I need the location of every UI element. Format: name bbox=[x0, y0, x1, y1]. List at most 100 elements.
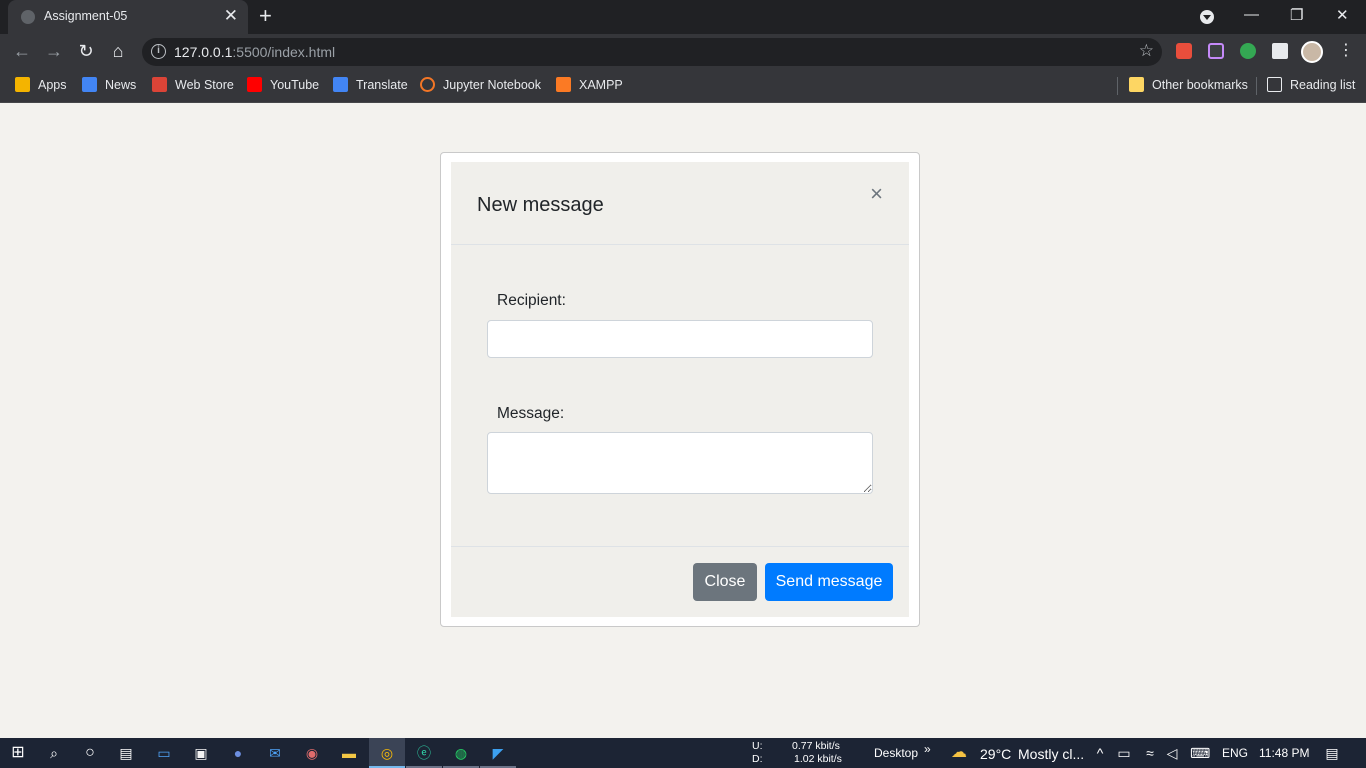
app-icon[interactable]: ◉ bbox=[302, 743, 322, 763]
windows-start-icon[interactable]: ⊞ bbox=[8, 743, 28, 763]
desktop-chevron-icon[interactable]: » bbox=[924, 742, 931, 756]
bookmark-label: Apps bbox=[38, 78, 67, 92]
bookmark-label: Translate bbox=[356, 78, 408, 92]
google-translate-icon bbox=[333, 77, 348, 92]
bookmarks-bar: Apps News Web Store YouTube Translate Ju… bbox=[0, 69, 1366, 103]
vscode-icon[interactable]: ◤ bbox=[488, 743, 508, 763]
wifi-icon[interactable]: ≈ bbox=[1140, 743, 1160, 763]
message-label: Message: bbox=[497, 405, 565, 422]
url-host: 127.0.0.1 bbox=[174, 44, 233, 60]
bookmark-translate[interactable]: Translate bbox=[333, 77, 408, 92]
desktop-toolbar[interactable]: Desktop bbox=[874, 746, 918, 760]
url-text[interactable]: 127.0.0.1:5500/index.html bbox=[174, 44, 335, 60]
close-button[interactable]: Close bbox=[693, 563, 757, 601]
mail-icon[interactable]: ✉ bbox=[265, 743, 285, 763]
extension-icon[interactable] bbox=[1208, 43, 1224, 59]
tray-chevron-icon[interactable]: ^ bbox=[1090, 743, 1110, 763]
chrome-icon[interactable]: ◎ bbox=[377, 743, 397, 763]
edge-icon[interactable]: ⓔ bbox=[414, 743, 434, 763]
address-bar[interactable]: i 127.0.0.1:5500/index.html ☆ bbox=[142, 38, 1162, 66]
modal-title: New message bbox=[477, 194, 604, 216]
bookmark-youtube[interactable]: YouTube bbox=[247, 77, 319, 92]
browser-toolbar: ← → ↻ ⌂ i 127.0.0.1:5500/index.html ☆ ⋮ bbox=[0, 34, 1366, 69]
bookmark-label: YouTube bbox=[270, 78, 320, 92]
bookmark-web-store[interactable]: Web Store bbox=[152, 77, 234, 92]
recipient-input[interactable] bbox=[487, 320, 873, 358]
windows-taskbar: ⊞ ⌕ ○ ▤ ▭ ▣ ● ✉ ◉ ▬ ◎ ⓔ ◍ ◤ U: 0.77 kbit… bbox=[0, 738, 1366, 768]
folder-icon bbox=[1129, 77, 1144, 92]
tab-search-icon[interactable] bbox=[1200, 10, 1214, 24]
tablet-app-icon[interactable]: ▭ bbox=[154, 743, 174, 763]
xampp-icon bbox=[556, 77, 571, 92]
bookmark-star-icon[interactable]: ☆ bbox=[1139, 41, 1154, 61]
bookmark-jupyter[interactable]: Jupyter Notebook bbox=[420, 77, 541, 92]
tab-title: Assignment-05 bbox=[44, 9, 128, 23]
bookmark-label: News bbox=[105, 78, 137, 92]
bookmark-news[interactable]: News bbox=[82, 77, 136, 92]
bookmark-label: Jupyter Notebook bbox=[443, 78, 541, 92]
whatsapp-icon[interactable]: ◍ bbox=[451, 743, 471, 763]
tab-close-icon[interactable]: ✕ bbox=[224, 7, 238, 25]
keyboard-icon[interactable]: ⌨ bbox=[1190, 743, 1210, 763]
minimize-button[interactable]: — bbox=[1244, 6, 1259, 23]
tab-favicon-icon bbox=[21, 10, 35, 24]
extension-icon[interactable] bbox=[1176, 43, 1192, 59]
profile-avatar[interactable] bbox=[1301, 41, 1323, 63]
youtube-icon bbox=[247, 77, 262, 92]
bookmark-label: Web Store bbox=[175, 78, 234, 92]
jupyter-icon bbox=[420, 77, 435, 92]
forward-arrow-icon[interactable]: → bbox=[42, 39, 66, 63]
bookmark-apps[interactable]: Apps bbox=[15, 77, 67, 92]
site-info-icon[interactable]: i bbox=[151, 44, 166, 59]
store-icon[interactable]: ▣ bbox=[191, 743, 211, 763]
new-message-modal: New message × Recipient: Message: Close … bbox=[451, 162, 909, 617]
weather-temp[interactable]: 29°C bbox=[980, 746, 1011, 762]
bookmark-label: Reading list bbox=[1290, 78, 1356, 92]
net-up-label: U: bbox=[752, 740, 763, 752]
browser-tab[interactable]: Assignment-05 ✕ bbox=[8, 0, 248, 34]
modal-header: New message × bbox=[451, 162, 909, 245]
other-bookmarks[interactable]: Other bookmarks bbox=[1129, 77, 1248, 92]
volume-icon[interactable]: ◁ bbox=[1162, 743, 1182, 763]
back-arrow-icon[interactable]: ← bbox=[10, 39, 34, 63]
menu-kebab-icon[interactable]: ⋮ bbox=[1338, 41, 1354, 61]
browser-tab-strip: Assignment-05 ✕ + — ❐ ✕ bbox=[0, 0, 1366, 34]
reload-icon[interactable]: ↻ bbox=[74, 39, 98, 63]
modal-frame: New message × Recipient: Message: Close … bbox=[440, 152, 920, 627]
file-explorer-icon[interactable]: ▬ bbox=[339, 743, 359, 763]
extension-icon[interactable] bbox=[1240, 43, 1256, 59]
apps-grid-icon bbox=[15, 77, 30, 92]
window-close-button[interactable]: ✕ bbox=[1336, 6, 1349, 24]
bookmark-label: Other bookmarks bbox=[1152, 78, 1248, 92]
cortana-icon[interactable]: ○ bbox=[80, 743, 100, 763]
battery-icon[interactable]: ▭ bbox=[1114, 743, 1134, 763]
notifications-icon[interactable]: ▤ bbox=[1322, 743, 1342, 763]
net-up-value: 0.77 kbit/s bbox=[792, 740, 840, 752]
bookmark-label: XAMPP bbox=[579, 78, 623, 92]
modal-close-icon[interactable]: × bbox=[870, 182, 883, 206]
app-icon[interactable]: ● bbox=[228, 743, 248, 763]
bookmark-xampp[interactable]: XAMPP bbox=[556, 77, 623, 92]
recipient-label: Recipient: bbox=[497, 292, 566, 309]
bookmarks-divider bbox=[1117, 77, 1118, 95]
google-news-icon bbox=[82, 77, 97, 92]
weather-icon[interactable]: ☁ bbox=[949, 743, 969, 763]
home-icon[interactable]: ⌂ bbox=[106, 39, 130, 63]
task-view-icon[interactable]: ▤ bbox=[116, 743, 136, 763]
new-tab-button[interactable]: + bbox=[259, 4, 272, 28]
extensions-puzzle-icon[interactable] bbox=[1272, 43, 1288, 59]
reading-list-icon bbox=[1267, 77, 1282, 92]
restore-button[interactable]: ❐ bbox=[1290, 6, 1303, 24]
language-indicator[interactable]: ENG bbox=[1222, 746, 1248, 760]
weather-desc[interactable]: Mostly cl... bbox=[1018, 746, 1084, 762]
bookmarks-divider bbox=[1256, 77, 1257, 95]
message-textarea[interactable] bbox=[487, 432, 873, 494]
net-down-value: 1.02 kbit/s bbox=[794, 753, 842, 765]
web-store-icon bbox=[152, 77, 167, 92]
net-down-label: D: bbox=[752, 753, 763, 765]
clock[interactable]: 11:48 PM bbox=[1259, 746, 1309, 760]
reading-list[interactable]: Reading list bbox=[1267, 77, 1355, 92]
search-icon[interactable]: ⌕ bbox=[44, 743, 64, 763]
url-path: :5500/index.html bbox=[232, 44, 336, 60]
send-message-button[interactable]: Send message bbox=[765, 563, 893, 601]
